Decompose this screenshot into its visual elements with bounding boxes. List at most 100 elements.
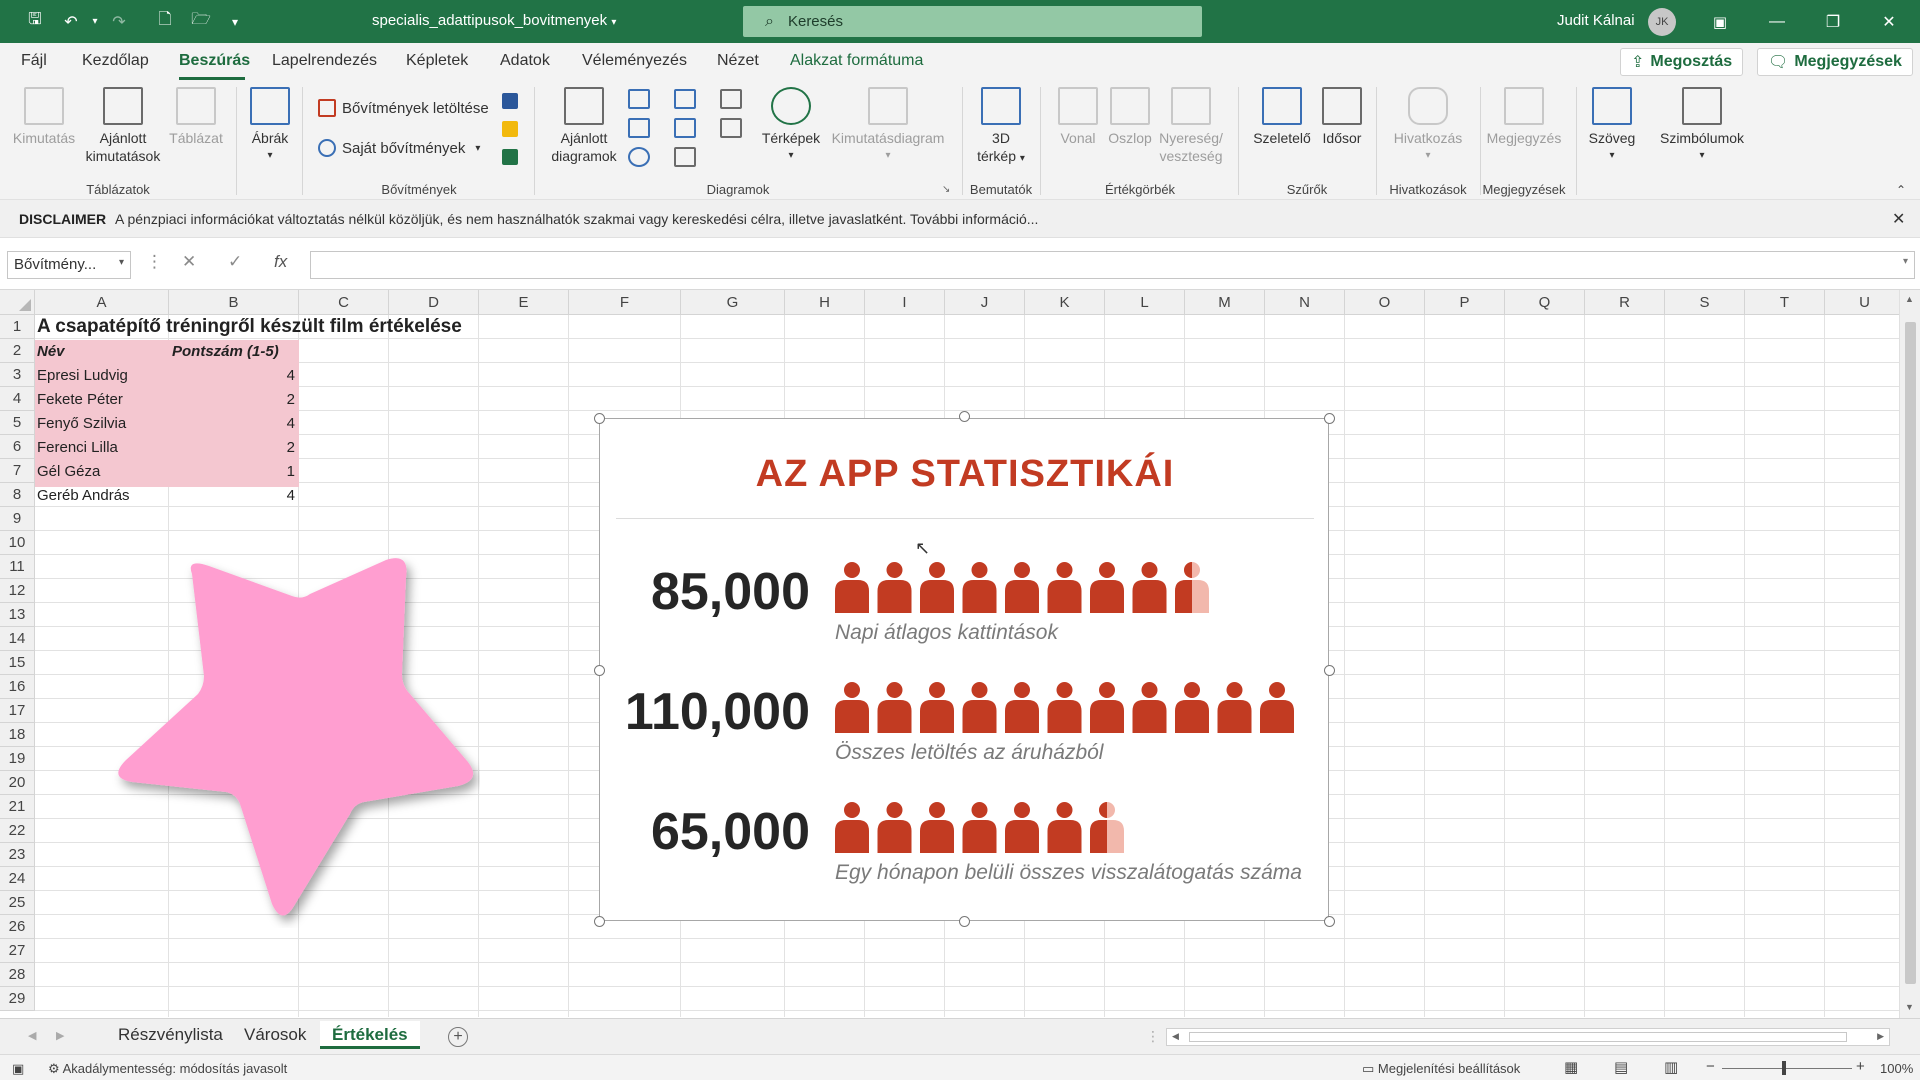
row-header-11[interactable]: 11 <box>0 555 35 579</box>
symbols-button[interactable]: Szimbólumok ▾ <box>1652 87 1752 165</box>
restore-icon[interactable]: ❐ <box>1810 0 1856 43</box>
row-header-17[interactable]: 17 <box>0 699 35 723</box>
row-header-2[interactable]: 2 <box>0 339 35 363</box>
column-header-b[interactable]: B <box>169 290 299 315</box>
scatter-chart-icon[interactable] <box>674 147 696 167</box>
column-header-i[interactable]: I <box>865 290 945 315</box>
timeline-button[interactable]: Idősor <box>1316 87 1368 147</box>
header-score[interactable]: Pontszám (1-5) <box>172 340 279 364</box>
resize-handle-tl[interactable] <box>594 413 605 424</box>
recommended-charts-button[interactable]: Ajánlott diagramok <box>544 87 624 165</box>
row-header-22[interactable]: 22 <box>0 819 35 843</box>
zoom-slider[interactable] <box>1722 1068 1852 1069</box>
row-header-9[interactable]: 9 <box>0 507 35 531</box>
tab-file[interactable]: Fájl <box>21 52 47 70</box>
column-header-c[interactable]: C <box>299 290 389 315</box>
column-header-s[interactable]: S <box>1665 290 1745 315</box>
user-name[interactable]: Judit Kálnai <box>1557 12 1635 29</box>
pie-chart-icon[interactable] <box>628 147 650 167</box>
zoom-in-icon[interactable]: + <box>1856 1058 1865 1075</box>
row-header-5[interactable]: 5 <box>0 411 35 435</box>
table-cell-score[interactable]: 2 <box>172 436 295 460</box>
column-header-d[interactable]: D <box>389 290 479 315</box>
display-settings[interactable]: ▭ Megjelenítési beállítások <box>1362 1061 1520 1077</box>
people-graph-icon[interactable] <box>502 149 518 165</box>
3d-map-button[interactable]: 3D térkép ▾ <box>970 87 1032 168</box>
text-button[interactable]: Szöveg ▾ <box>1582 87 1642 165</box>
page-layout-view-icon[interactable]: ▤ <box>1614 1058 1628 1076</box>
column-header-g[interactable]: G <box>681 290 785 315</box>
row-header-12[interactable]: 12 <box>0 579 35 603</box>
minimize-icon[interactable]: — <box>1754 0 1800 43</box>
row-header-8[interactable]: 8 <box>0 483 35 507</box>
name-box-dropdown-icon[interactable]: ▾ <box>119 257 124 268</box>
add-sheet-icon[interactable]: + <box>448 1027 468 1047</box>
my-addins-button[interactable]: Saját bővítmények ▾ <box>318 139 480 157</box>
customize-qat-icon[interactable]: ▾ <box>220 0 250 43</box>
row-header-14[interactable]: 14 <box>0 627 35 651</box>
column-header-o[interactable]: O <box>1345 290 1425 315</box>
pivot-table-button[interactable]: Kimutatás <box>6 87 82 147</box>
column-header-j[interactable]: J <box>945 290 1025 315</box>
row-header-16[interactable]: 16 <box>0 675 35 699</box>
star-shape[interactable] <box>110 548 480 928</box>
next-sheet-icon[interactable]: ▶ <box>56 1029 64 1042</box>
ribbon-display-icon[interactable]: ▣ <box>1697 0 1743 43</box>
macro-record-icon[interactable]: ▣ <box>12 1061 24 1077</box>
tab-shape-format[interactable]: Alakzat formátuma <box>790 52 923 70</box>
column-header-k[interactable]: K <box>1025 290 1105 315</box>
row-header-13[interactable]: 13 <box>0 603 35 627</box>
save-icon[interactable]: 🖫 <box>20 0 50 43</box>
sparkline-column-button[interactable]: Oszlop <box>1104 87 1156 147</box>
table-cell-name[interactable]: Ferenci Lilla <box>37 436 118 460</box>
column-header-m[interactable]: M <box>1185 290 1265 315</box>
charts-dialog-launcher-icon[interactable]: ↘ <box>942 184 950 195</box>
tab-formulas[interactable]: Képletek <box>406 52 468 70</box>
row-header-29[interactable]: 29 <box>0 987 35 1011</box>
resize-handle-mr[interactable] <box>1324 665 1335 676</box>
column-header-q[interactable]: Q <box>1505 290 1585 315</box>
row-header-26[interactable]: 26 <box>0 915 35 939</box>
hierarchy-chart-icon[interactable] <box>674 89 696 109</box>
sparkline-winloss-button[interactable]: Nyereség/ veszteség <box>1156 87 1226 165</box>
page-break-view-icon[interactable]: ▥ <box>1664 1058 1678 1076</box>
sheet-tab-stocks[interactable]: Részvénylista <box>106 1021 235 1049</box>
column-header-e[interactable]: E <box>479 290 569 315</box>
tab-view[interactable]: Nézet <box>717 52 759 70</box>
table-button[interactable]: Táblázat <box>164 87 228 147</box>
column-header-f[interactable]: F <box>569 290 681 315</box>
shapes-button[interactable]: Ábrák ▾ <box>244 87 296 165</box>
vertical-scrollbar[interactable]: ▲ ▼ <box>1899 290 1920 1018</box>
share-button[interactable]: ⇪ Megosztás <box>1620 48 1744 76</box>
column-header-n[interactable]: N <box>1265 290 1345 315</box>
sheet-title[interactable]: A csapatépítő tréningről készült film ér… <box>37 315 462 339</box>
vertical-scroll-thumb[interactable] <box>1905 322 1916 984</box>
name-box[interactable]: Bővítmény... ▾ <box>7 251 131 279</box>
row-header-15[interactable]: 15 <box>0 651 35 675</box>
column-header-r[interactable]: R <box>1585 290 1665 315</box>
tab-insert[interactable]: Beszúrás <box>179 52 250 70</box>
sheet-tab-cities[interactable]: Városok <box>232 1021 318 1049</box>
insert-function-icon[interactable]: fx <box>274 252 287 272</box>
cancel-icon[interactable]: ✕ <box>182 252 196 272</box>
recommended-pivot-button[interactable]: Ajánlott kimutatások <box>80 87 166 165</box>
disclaimer-close-icon[interactable]: ✕ <box>1892 209 1905 229</box>
resize-handle-br[interactable] <box>1324 916 1335 927</box>
accessibility-status[interactable]: ⚙ Akadálymentesség: módosítás javasolt <box>48 1061 287 1077</box>
table-cell-name[interactable]: Gél Géza <box>37 460 100 484</box>
link-button[interactable]: Hivatkozás ▾ <box>1384 87 1472 165</box>
column-header-t[interactable]: T <box>1745 290 1825 315</box>
column-header-l[interactable]: L <box>1105 290 1185 315</box>
infographic[interactable]: AZ APP STATISZTIKÁI 85,000 Napi átlagos … <box>599 418 1329 921</box>
row-header-27[interactable]: 27 <box>0 939 35 963</box>
table-cell-name[interactable]: Fenyő Szilvia <box>37 412 126 436</box>
table-cell-score[interactable]: 2 <box>172 388 295 412</box>
select-all-corner[interactable] <box>0 290 35 315</box>
open-folder-icon[interactable]: 🗁 <box>186 0 216 43</box>
row-header-20[interactable]: 20 <box>0 771 35 795</box>
row-header-18[interactable]: 18 <box>0 723 35 747</box>
sheet-tab-rating[interactable]: Értékelés <box>320 1021 420 1049</box>
prev-sheet-icon[interactable]: ◀ <box>28 1029 36 1042</box>
column-header-p[interactable]: P <box>1425 290 1505 315</box>
table-cell-score[interactable]: 4 <box>172 484 295 508</box>
